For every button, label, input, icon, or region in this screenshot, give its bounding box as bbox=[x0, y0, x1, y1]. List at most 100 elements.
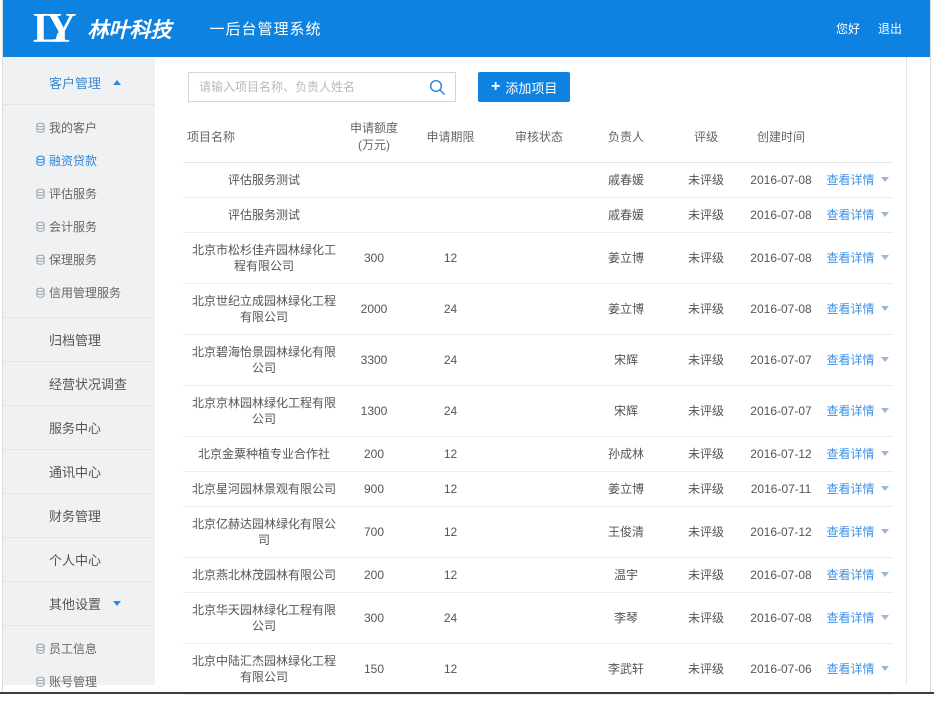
view-details-link[interactable]: 查看详情 bbox=[826, 302, 888, 316]
table-row: 北京京林园林绿化工程有限公司130024宋辉未评级2016-07-07查看详情 bbox=[183, 386, 893, 437]
cell-name: 评估服务测试 bbox=[183, 163, 345, 198]
cell-name: 北京华天园林绿化工程有限公司 bbox=[183, 593, 345, 644]
view-details-link[interactable]: 查看详情 bbox=[826, 568, 888, 582]
cell-term: 12 bbox=[403, 233, 498, 284]
view-details-link[interactable]: 查看详情 bbox=[826, 353, 888, 367]
search-icon[interactable] bbox=[428, 78, 447, 102]
cell-status bbox=[498, 386, 580, 437]
coins-icon bbox=[36, 221, 45, 232]
cell-term: 12 bbox=[403, 472, 498, 507]
view-details-link[interactable]: 查看详情 bbox=[826, 482, 888, 496]
sidebar-item-0-5[interactable]: 信用管理服务 bbox=[3, 276, 155, 309]
cell-rating: 未评级 bbox=[672, 163, 740, 198]
cell-owner: 姜立博 bbox=[580, 284, 672, 335]
cell-action: 查看详情 bbox=[822, 198, 893, 233]
cell-status bbox=[498, 437, 580, 472]
sidebar-section-label: 个人中心 bbox=[49, 550, 101, 569]
cell-amount bbox=[345, 198, 403, 233]
cell-rating: 未评级 bbox=[672, 558, 740, 593]
sidebar-section-label: 归档管理 bbox=[49, 330, 101, 349]
cell-term: 24 bbox=[403, 593, 498, 644]
cell-amount: 2000 bbox=[345, 284, 403, 335]
cell-owner: 戚春媛 bbox=[580, 198, 672, 233]
cell-rating: 未评级 bbox=[672, 695, 740, 701]
sidebar-section-5[interactable]: 财务管理 bbox=[3, 494, 155, 538]
cell-amount: 200 bbox=[345, 437, 403, 472]
sidebar-item-label: 信用管理服务 bbox=[49, 284, 121, 301]
sidebar-item-0-0[interactable]: 我的客户 bbox=[3, 111, 155, 144]
top-header: LY 林叶科技 一后台管理系统 您好 退出 bbox=[3, 0, 930, 57]
cell-status bbox=[498, 198, 580, 233]
cell-action: 查看详情 bbox=[822, 695, 893, 701]
sidebar-section-7[interactable]: 其他设置 bbox=[3, 582, 155, 626]
logout-link[interactable]: 退出 bbox=[878, 20, 902, 37]
sidebar-section-3[interactable]: 服务中心 bbox=[3, 406, 155, 450]
cell-created: 2016-07-06 bbox=[740, 644, 822, 695]
cell-rating: 未评级 bbox=[672, 644, 740, 695]
chevron-up-icon bbox=[113, 80, 121, 85]
view-details-link[interactable]: 查看详情 bbox=[826, 447, 888, 461]
view-details-link[interactable]: 查看详情 bbox=[826, 173, 888, 187]
cell-term: 12 bbox=[403, 695, 498, 701]
column-header-0: 项目名称 bbox=[183, 114, 345, 163]
search-input[interactable] bbox=[188, 72, 456, 102]
cell-term bbox=[403, 198, 498, 233]
sidebar-item-0-4[interactable]: 保理服务 bbox=[3, 243, 155, 276]
cell-status bbox=[498, 695, 580, 701]
cell-amount: 300 bbox=[345, 233, 403, 284]
cell-amount: 700 bbox=[345, 507, 403, 558]
projects-table: 项目名称申请额度(万元)申请期限审核状态负责人评级创建时间 评估服务测试戚春媛未… bbox=[183, 114, 893, 701]
table-row: 北京华天园林绿化工程有限公司30024李琴未评级2016-07-08查看详情 bbox=[183, 593, 893, 644]
add-project-button[interactable]: + 添加项目 bbox=[478, 72, 570, 102]
view-details-link[interactable]: 查看详情 bbox=[826, 251, 888, 265]
cell-rating: 未评级 bbox=[672, 507, 740, 558]
chevron-down-icon bbox=[881, 408, 889, 413]
cell-status bbox=[498, 593, 580, 644]
sidebar-section-6[interactable]: 个人中心 bbox=[3, 538, 155, 582]
view-details-link[interactable]: 查看详情 bbox=[826, 611, 888, 625]
view-details-label: 查看详情 bbox=[826, 404, 874, 418]
sidebar-section-4[interactable]: 通讯中心 bbox=[3, 450, 155, 494]
sidebar-item-7-0[interactable]: 员工信息 bbox=[3, 632, 155, 665]
chevron-down-icon bbox=[881, 666, 889, 671]
sidebar-sublist-7: 员工信息账号管理 bbox=[3, 626, 155, 701]
cell-created: 2016-07-07 bbox=[740, 335, 822, 386]
cell-amount: 300 bbox=[345, 593, 403, 644]
chevron-down-icon bbox=[881, 306, 889, 311]
view-details-link[interactable]: 查看详情 bbox=[826, 208, 888, 222]
cell-rating: 未评级 bbox=[672, 593, 740, 644]
table-body: 评估服务测试戚春媛未评级2016-07-08查看详情评估服务测试戚春媛未评级20… bbox=[183, 163, 893, 701]
sidebar-section-label: 财务管理 bbox=[49, 506, 101, 525]
cell-status bbox=[498, 558, 580, 593]
greeting-link[interactable]: 您好 bbox=[836, 20, 860, 37]
coins-icon bbox=[36, 188, 45, 199]
cell-rating: 未评级 bbox=[672, 386, 740, 437]
view-details-link[interactable]: 查看详情 bbox=[826, 525, 888, 539]
cell-created: 2016-07-08 bbox=[740, 558, 822, 593]
sidebar-item-0-2[interactable]: 评估服务 bbox=[3, 177, 155, 210]
cell-rating: 未评级 bbox=[672, 335, 740, 386]
system-title: 一后台管理系统 bbox=[210, 18, 322, 39]
chevron-down-icon bbox=[881, 572, 889, 577]
brand-logo-icon: LY bbox=[33, 8, 78, 50]
cell-name: 北京中陆汇杰园林绿化工程有限公司 bbox=[183, 644, 345, 695]
cell-name: 北京碧海怡景园林绿化有限公司 bbox=[183, 335, 345, 386]
sidebar-item-0-1[interactable]: 融资贷款 bbox=[3, 144, 155, 177]
cell-created: 2016-07-08 bbox=[740, 198, 822, 233]
table-row: 北京中陆汇杰园林绿化工程有限公司15012李武轩未评级2016-07-06查看详… bbox=[183, 644, 893, 695]
view-details-link[interactable]: 查看详情 bbox=[826, 404, 888, 418]
chevron-down-icon bbox=[881, 212, 889, 217]
table-row: 北京星河园林景观有限公司90012姜立博未评级2016-07-11查看详情 bbox=[183, 472, 893, 507]
cell-created: 2016-07-08 bbox=[740, 233, 822, 284]
sidebar-item-0-3[interactable]: 会计服务 bbox=[3, 210, 155, 243]
sidebar-section-0[interactable]: 客户管理 bbox=[3, 57, 155, 105]
view-details-label: 查看详情 bbox=[826, 353, 874, 367]
cell-status bbox=[498, 507, 580, 558]
view-details-link[interactable]: 查看详情 bbox=[826, 662, 888, 676]
cell-created: 2016-07-08 bbox=[740, 593, 822, 644]
sidebar-section-1[interactable]: 归档管理 bbox=[3, 318, 155, 362]
cell-status bbox=[498, 284, 580, 335]
cell-amount: 200 bbox=[345, 558, 403, 593]
sidebar-section-2[interactable]: 经营状况调查 bbox=[3, 362, 155, 406]
cell-amount bbox=[345, 163, 403, 198]
